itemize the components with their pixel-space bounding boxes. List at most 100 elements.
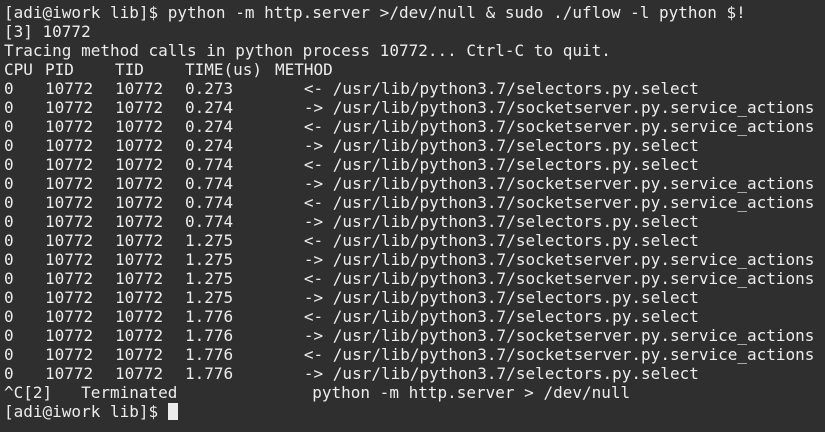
terminated-line: ^C[2] Terminated python -m http.server >… [4, 383, 631, 402]
table-row: 0 10772 10772 0.774 <- /usr/lib/python3.… [4, 155, 825, 174]
row-method: -> /usr/lib/python3.7/selectors.py.selec… [275, 136, 699, 155]
row-pid: 10772 [45, 212, 94, 231]
row-pid: 10772 [45, 155, 94, 174]
row-tid: 10772 [115, 326, 164, 345]
row-tid: 10772 [115, 364, 164, 383]
header-method: METHOD [275, 60, 333, 79]
row-cpu: 0 [4, 288, 14, 307]
row-method: <- /usr/lib/python3.7/socketserver.py.se… [275, 117, 815, 136]
table-row: 0 10772 10772 0.774 <- /usr/lib/python3.… [4, 193, 825, 212]
row-pid: 10772 [45, 136, 94, 155]
row-tid: 10772 [115, 136, 164, 155]
row-pid: 10772 [45, 364, 94, 383]
table-row: 0 10772 10772 0.774 -> /usr/lib/python3.… [4, 212, 825, 231]
row-cpu: 0 [4, 117, 14, 136]
tracing-message: Tracing method calls in python process 1… [4, 41, 611, 60]
row-tid: 10772 [115, 79, 164, 98]
cursor-icon [167, 403, 178, 420]
row-tid: 10772 [115, 345, 164, 364]
job-info: [3] 10772 [4, 22, 91, 41]
prompt-line[interactable]: [adi@iwork lib]$ [4, 402, 825, 421]
row-cpu: 0 [4, 231, 14, 250]
table-row: 0 10772 10772 1.776 <- /usr/lib/python3.… [4, 345, 825, 364]
row-pid: 10772 [45, 174, 94, 193]
table-row: 0 10772 10772 1.776 -> /usr/lib/python3.… [4, 326, 825, 345]
row-method: <- /usr/lib/python3.7/selectors.py.selec… [275, 79, 699, 98]
header-time: TIME(us) [185, 60, 263, 79]
row-time: 0.274 [185, 98, 234, 117]
row-tid: 10772 [115, 231, 164, 250]
row-tid: 10772 [115, 193, 164, 212]
header-tid: TID [115, 60, 144, 79]
row-cpu: 0 [4, 212, 14, 231]
table-row: 0 10772 10772 0.774 -> /usr/lib/python3.… [4, 174, 825, 193]
row-time: 1.275 [185, 250, 234, 269]
row-time: 0.774 [185, 193, 234, 212]
table-row: 0 10772 10772 1.275 <- /usr/lib/python3.… [4, 231, 825, 250]
row-cpu: 0 [4, 155, 14, 174]
table-row: 0 10772 10772 1.776 <- /usr/lib/python3.… [4, 307, 825, 326]
row-cpu: 0 [4, 269, 14, 288]
table-row: 0 10772 10772 0.274 <- /usr/lib/python3.… [4, 117, 825, 136]
row-method: -> /usr/lib/python3.7/socketserver.py.se… [275, 250, 815, 269]
row-time: 0.274 [185, 136, 234, 155]
row-time: 0.274 [185, 117, 234, 136]
table-row: 0 10772 10772 0.274 -> /usr/lib/python3.… [4, 136, 825, 155]
row-pid: 10772 [45, 326, 94, 345]
row-time: 1.776 [185, 364, 234, 383]
row-method: -> /usr/lib/python3.7/socketserver.py.se… [275, 326, 815, 345]
row-cpu: 0 [4, 174, 14, 193]
row-cpu: 0 [4, 193, 14, 212]
row-method: <- /usr/lib/python3.7/socketserver.py.se… [275, 345, 815, 364]
row-method: <- /usr/lib/python3.7/socketserver.py.se… [275, 269, 815, 288]
table-row: 0 10772 10772 1.275 <- /usr/lib/python3.… [4, 269, 825, 288]
row-time: 1.275 [185, 269, 234, 288]
row-pid: 10772 [45, 231, 94, 250]
row-time: 1.275 [185, 288, 234, 307]
table-row: 0 10772 10772 1.275 -> /usr/lib/python3.… [4, 288, 825, 307]
row-pid: 10772 [45, 288, 94, 307]
row-cpu: 0 [4, 307, 14, 326]
row-tid: 10772 [115, 174, 164, 193]
row-tid: 10772 [115, 288, 164, 307]
row-method: <- /usr/lib/python3.7/selectors.py.selec… [275, 231, 699, 250]
row-tid: 10772 [115, 155, 164, 174]
row-time: 0.774 [185, 155, 234, 174]
row-cpu: 0 [4, 345, 14, 364]
row-method: -> /usr/lib/python3.7/socketserver.py.se… [275, 98, 815, 117]
row-cpu: 0 [4, 136, 14, 155]
table-row: 0 10772 10772 1.275 -> /usr/lib/python3.… [4, 250, 825, 269]
header-pid: PID [45, 60, 74, 79]
table-row: 0 10772 10772 0.274 -> /usr/lib/python3.… [4, 98, 825, 117]
table-row: 0 10772 10772 1.776 -> /usr/lib/python3.… [4, 364, 825, 383]
row-method: -> /usr/lib/python3.7/socketserver.py.se… [275, 174, 815, 193]
row-pid: 10772 [45, 345, 94, 364]
row-tid: 10772 [115, 212, 164, 231]
row-method: -> /usr/lib/python3.7/selectors.py.selec… [275, 364, 699, 383]
row-time: 1.776 [185, 307, 234, 326]
table-header: CPU PID TID TIME(us) METHOD [4, 60, 825, 79]
row-time: 1.275 [185, 231, 234, 250]
row-tid: 10772 [115, 250, 164, 269]
row-cpu: 0 [4, 326, 14, 345]
command-line: [adi@iwork lib]$ python -m http.server >… [4, 3, 746, 22]
row-tid: 10772 [115, 117, 164, 136]
row-cpu: 0 [4, 79, 14, 98]
terminal-window[interactable]: [adi@iwork lib]$ python -m http.server >… [0, 0, 825, 432]
row-pid: 10772 [45, 307, 94, 326]
row-pid: 10772 [45, 250, 94, 269]
row-cpu: 0 [4, 364, 14, 383]
row-pid: 10772 [45, 98, 94, 117]
row-time: 1.776 [185, 326, 234, 345]
row-method: <- /usr/lib/python3.7/selectors.py.selec… [275, 307, 699, 326]
row-pid: 10772 [45, 193, 94, 212]
table-row: 0 10772 10772 0.273 <- /usr/lib/python3.… [4, 79, 825, 98]
header-cpu: CPU [4, 60, 33, 79]
row-method: -> /usr/lib/python3.7/selectors.py.selec… [275, 212, 699, 231]
row-cpu: 0 [4, 98, 14, 117]
row-pid: 10772 [45, 117, 94, 136]
row-method: <- /usr/lib/python3.7/socketserver.py.se… [275, 193, 815, 212]
row-pid: 10772 [45, 269, 94, 288]
row-tid: 10772 [115, 307, 164, 326]
row-time: 0.774 [185, 212, 234, 231]
